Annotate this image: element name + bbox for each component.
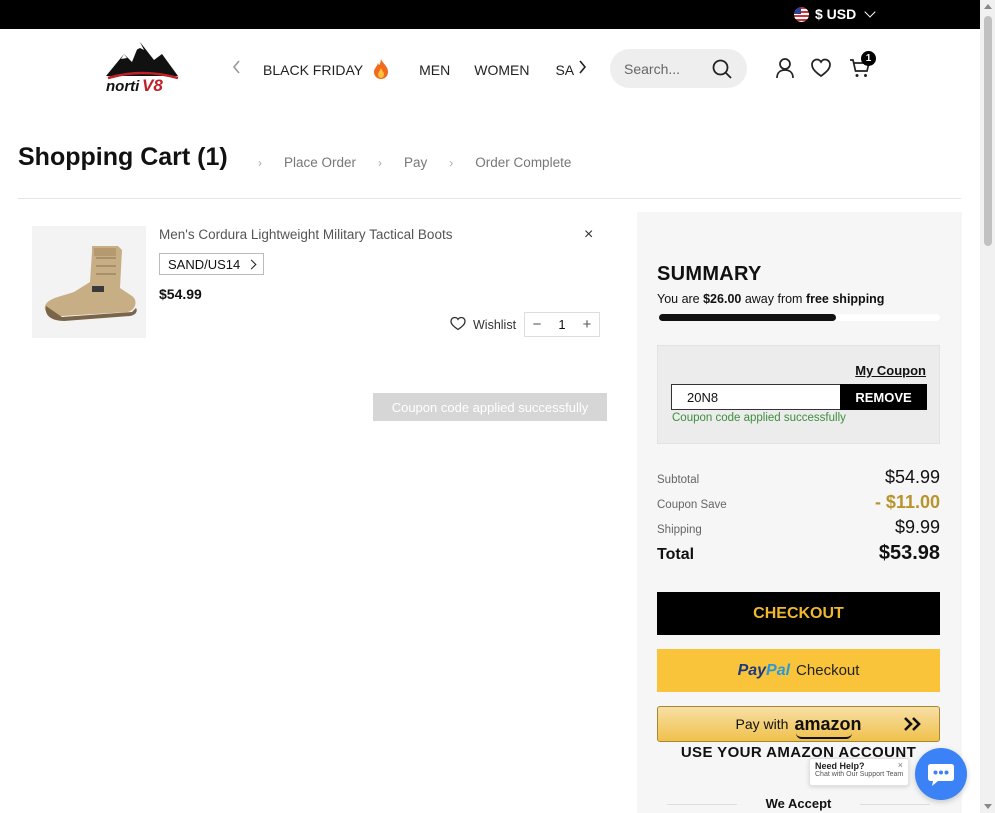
heart-icon[interactable]: [810, 57, 832, 79]
coupon-save-value: - $11.00: [874, 492, 940, 512]
quantity-increase-button[interactable]: +: [575, 316, 599, 333]
search-icon[interactable]: [711, 58, 733, 85]
free-shipping-progress: [659, 314, 940, 321]
shipping-row: Shipping $9.99: [657, 517, 940, 538]
svg-text:V8: V8: [142, 76, 163, 95]
nav-item-sale[interactable]: SALE: [555, 59, 575, 81]
coupon-save-label: Coupon Save: [657, 499, 727, 511]
page-title: Shopping Cart (1): [18, 143, 228, 171]
nav-label: SALE: [555, 62, 575, 78]
subtotal-label: Subtotal: [657, 474, 700, 486]
total-value: $53.98: [878, 542, 940, 564]
divider: [18, 198, 961, 199]
chat-button[interactable]: [915, 748, 967, 800]
shipping-msg-amount: $26.00: [703, 292, 742, 306]
nav-item-men[interactable]: MEN: [419, 59, 450, 81]
heart-icon: [450, 316, 466, 334]
amazon-brand-text: amazon: [794, 713, 862, 734]
fire-icon: [371, 59, 391, 81]
coupon-status: Coupon code applied successfully: [672, 412, 846, 424]
summary-title: SUMMARY: [657, 263, 762, 285]
checkout-steps: › Place Order › Pay › Order Complete: [258, 155, 593, 170]
remove-coupon-button[interactable]: REMOVE: [840, 384, 927, 410]
account-icon[interactable]: [774, 57, 796, 79]
help-title: Need Help?: [815, 761, 865, 771]
logo[interactable]: norti V8: [102, 40, 182, 96]
chat-bubble-icon: [928, 764, 954, 786]
product-image[interactable]: [32, 226, 146, 338]
subtotal-value: $54.99: [884, 467, 940, 487]
total-row: Total $53.98: [657, 542, 940, 565]
cart-count-badge: 1: [861, 51, 876, 66]
svg-text:norti: norti: [106, 78, 140, 95]
chevron-down-icon: [864, 6, 876, 18]
wishlist-button[interactable]: Wishlist: [450, 316, 516, 334]
paypal-checkout-button[interactable]: PayPal Checkout: [657, 649, 940, 692]
main-nav: BLACK FRIDAY MEN WOMEN SALE: [263, 59, 575, 81]
scroll-up-arrow-icon[interactable]: [984, 4, 992, 9]
currency-label: $ USD: [815, 6, 857, 22]
quantity-stepper: − 1 +: [524, 312, 600, 337]
amazon-pay-label: Pay with: [735, 716, 789, 732]
scroll-down-arrow-icon[interactable]: [984, 804, 992, 809]
need-help-popup[interactable]: Need Help? Chat with Our Support Team ×: [809, 758, 909, 786]
paypal-logo: PayPal: [738, 662, 790, 680]
nav-next-arrow-icon[interactable]: [575, 58, 589, 76]
quantity-value[interactable]: 1: [549, 317, 575, 332]
close-icon[interactable]: ×: [898, 760, 903, 770]
coupon-box: My Coupon REMOVE Coupon code applied suc…: [657, 345, 940, 444]
chevron-right-icon: ›: [258, 155, 262, 170]
nav-label: BLACK FRIDAY: [263, 62, 364, 78]
nav-label: MEN: [419, 62, 451, 78]
top-bar: $ USD: [0, 0, 980, 29]
shipping-msg-text: You are: [657, 292, 704, 306]
total-label: Total: [657, 546, 695, 563]
product-price: $54.99: [159, 286, 202, 302]
search-input[interactable]: [624, 60, 704, 77]
nav-item-women[interactable]: WOMEN: [474, 59, 529, 81]
coupon-toast: Coupon code applied successfully: [373, 393, 607, 421]
remove-item-button[interactable]: ×: [584, 226, 593, 244]
shipping-value: $9.99: [894, 517, 940, 537]
coupon-save-row: Coupon Save - $11.00: [657, 492, 940, 513]
progress-fill: [659, 314, 837, 321]
shipping-msg-text: away from: [741, 292, 806, 306]
paypal-pay-text: Pay: [737, 661, 767, 679]
quantity-decrease-button[interactable]: −: [525, 316, 549, 333]
amazon-logo: amazon: [794, 713, 862, 739]
us-flag-icon: [794, 6, 809, 22]
free-shipping-message: You are $26.00 away from free shipping: [657, 292, 884, 306]
nav-prev-arrow-icon[interactable]: [230, 58, 244, 76]
shipping-label: Shipping: [657, 524, 702, 536]
currency-selector[interactable]: $ USD: [794, 6, 876, 22]
product-name[interactable]: Men's Cordura Lightweight Military Tacti…: [159, 227, 452, 242]
coupon-code-input[interactable]: [671, 384, 841, 410]
subtotal-row: Subtotal $54.99: [657, 467, 940, 488]
step-order-complete: Order Complete: [475, 155, 572, 170]
amazon-pay-button[interactable]: Pay with amazon: [657, 706, 940, 742]
help-subtitle: Chat with Our Support Team: [815, 771, 904, 778]
order-summary: SUMMARY You are $26.00 away from free sh…: [637, 212, 962, 813]
nav-item-black-friday[interactable]: BLACK FRIDAY: [263, 59, 391, 81]
search-bar: [610, 49, 747, 88]
wishlist-label: Wishlist: [473, 318, 517, 332]
chevron-right-icon: ›: [449, 155, 454, 170]
chevron-right-icon: ›: [378, 155, 383, 170]
chevron-right-icon: [246, 259, 257, 269]
amazon-smile-icon: [796, 733, 853, 739]
we-accept-heading: We Accept: [657, 796, 940, 811]
checkout-button[interactable]: CHECKOUT: [657, 592, 940, 635]
paypal-checkout-label: Checkout: [796, 662, 860, 679]
step-place-order: Place Order: [284, 155, 357, 170]
variant-label: SAND/US14: [168, 256, 241, 272]
step-pay: Pay: [404, 155, 428, 170]
double-chevron-right-icon: [903, 716, 923, 735]
scrollbar-thumb[interactable]: [984, 16, 992, 246]
nav-label: WOMEN: [474, 62, 530, 78]
variant-selector[interactable]: SAND/US14: [159, 253, 265, 275]
my-coupon-link[interactable]: My Coupon: [855, 363, 926, 378]
scrollbar[interactable]: [980, 0, 995, 813]
shipping-msg-bold: free shipping: [805, 292, 885, 306]
paypal-pal-text: Pal: [766, 661, 791, 679]
